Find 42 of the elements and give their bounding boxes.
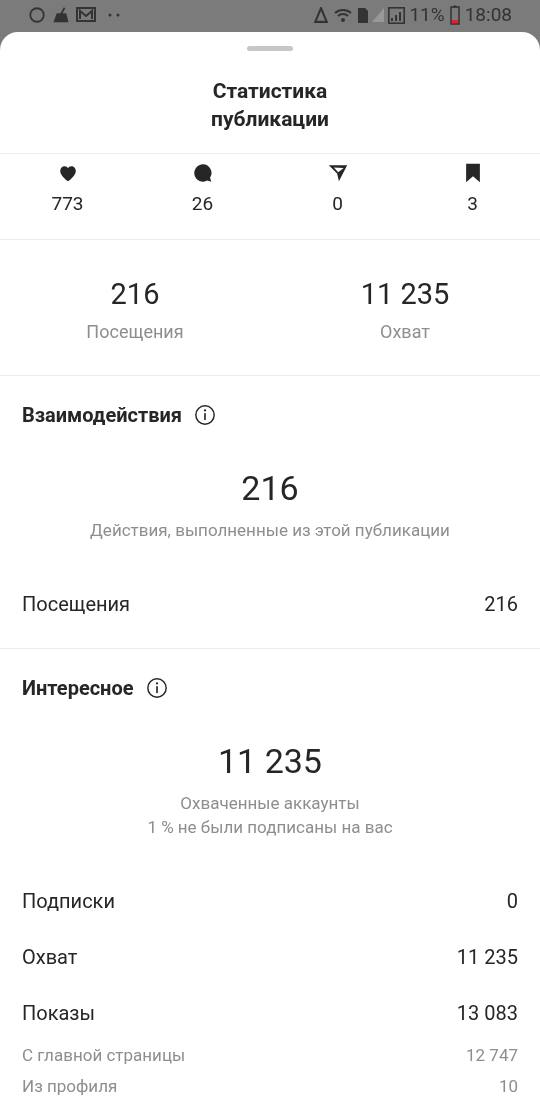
sim-card-icon [358, 7, 369, 23]
battery-percentage: 11% [409, 1, 445, 28]
signal-icon [388, 6, 406, 24]
clock: 18:08 [464, 1, 512, 28]
metric-label: С главной страницы [22, 1044, 186, 1068]
section-title: Интересное [22, 674, 134, 702]
drag-handle[interactable] [247, 46, 293, 51]
metric-value: 11 235 [456, 943, 518, 971]
metric-label: Подписки [22, 887, 115, 915]
mail-icon [76, 6, 96, 24]
engagement-count: 3 [467, 191, 478, 217]
summary-value: 11 235 [360, 275, 450, 312]
section-title: Взаимодействия [22, 401, 183, 429]
broom-icon [52, 6, 70, 24]
metric-value: 216 [484, 590, 518, 618]
section-caption: Действия, выполненные из этой публикации [90, 518, 450, 542]
metric-value: 13 083 [456, 999, 518, 1027]
section-value: 216 [241, 467, 299, 508]
summary-value: 216 [110, 275, 160, 312]
more-dots-icon [108, 13, 120, 17]
section-value: 11 235 [218, 740, 322, 781]
engagement-count: 773 [51, 191, 84, 217]
battery-icon [449, 5, 460, 25]
engagement-count: 26 [191, 191, 214, 217]
metric-label: Охват [22, 943, 78, 971]
metric-label: Посещения [22, 590, 131, 618]
section-caption: Охваченные аккаунты [180, 791, 360, 815]
summary-label: Охват [380, 319, 430, 344]
summary-label: Посещения [86, 319, 184, 344]
metric-label: Из профиля [22, 1075, 118, 1099]
metric-label: Показы [22, 999, 96, 1027]
info-icon[interactable] [194, 403, 217, 426]
section-caption: 1 % не были подписаны на вас [147, 815, 393, 839]
wifi-icon [334, 8, 353, 22]
info-icon[interactable] [145, 676, 168, 699]
engagement-count: 0 [332, 191, 343, 217]
metric-value: 10 [498, 1075, 518, 1099]
metric-value: 12 747 [466, 1044, 518, 1068]
signal-icon [372, 8, 385, 22]
sheet-title: Статистика публикации [210, 78, 330, 133]
speech-bubble-icon [191, 162, 214, 184]
metric-value: 0 [506, 887, 518, 915]
